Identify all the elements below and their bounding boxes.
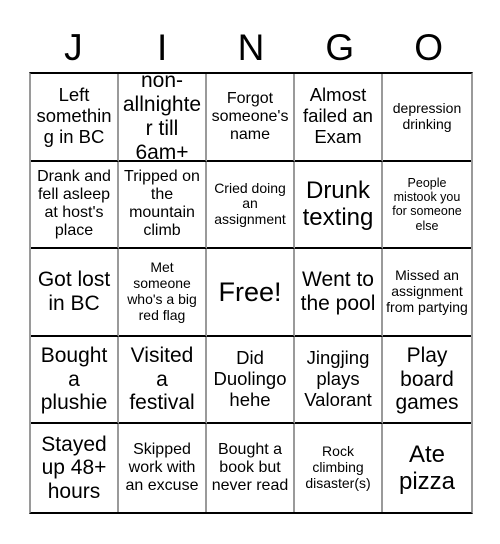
header-letter-g: G [325,26,355,68]
bingo-cell[interactable]: Bought a plushie [31,336,119,425]
bingo-cell-label: Bought a plushie [40,344,108,415]
header-letter-j: J [64,26,83,68]
bingo-cell[interactable]: Drunk texting [295,161,383,250]
bingo-cell[interactable]: Went to the pool [295,249,383,337]
bingo-cell[interactable]: Rock climbing disaster(s) [295,424,383,512]
header-letter-i: I [157,26,168,68]
bingo-cell-label: Ate pizza [398,441,456,496]
bingo-grid: Left something in BC non-allnighter till… [29,72,473,514]
header-letter-n: N [237,26,265,68]
bingo-cell[interactable]: Cried doing an assignment [207,161,295,250]
bingo-cell[interactable]: Play board games [383,336,471,425]
bingo-cell-label: Forgot someone's name [211,89,289,143]
header-letter-o: O [414,26,443,68]
bingo-cell[interactable]: Tripped on the mountain climb [119,161,207,250]
bingo-cell-label: Got lost in BC [37,268,111,315]
bingo-cell[interactable]: Stayed up 48+ hours [31,424,119,512]
bingo-cell-label: People mistook you for someone else [392,176,462,233]
bingo-cell[interactable]: Got lost in BC [31,249,119,337]
bingo-cell-free-space[interactable]: Free! [207,249,295,337]
bingo-cell[interactable]: Left something in BC [31,74,119,162]
bingo-cell-label: Rock climbing disaster(s) [305,443,371,492]
bingo-cell-label: Free! [218,276,282,307]
bingo-cell-label: Left something in BC [36,84,112,148]
bingo-cell-label: Stayed up 48+ hours [41,432,107,504]
bingo-cell-label: Play board games [395,344,459,415]
bingo-header-letters: J I N G O [29,22,473,72]
bingo-cell[interactable]: non-allnighter till 6am+ [119,74,207,162]
bingo-cell[interactable]: Met someone who's a big red flag [119,249,207,337]
bingo-cell[interactable]: Missed an assignment from partying [383,249,471,337]
bingo-cell-label: Bought a book but never read [211,441,289,495]
bingo-cell-label: Drank and fell asleep at host's place [37,168,111,240]
bingo-cell-label: non-allnighter till 6am+ [122,74,202,162]
bingo-cell[interactable]: Ate pizza [383,424,471,512]
bingo-cell[interactable]: Did Duolingo hehe [207,336,295,425]
bingo-cell[interactable]: depression drinking [383,74,471,162]
bingo-cell-label: Tripped on the mountain climb [124,168,200,240]
bingo-cell[interactable]: Almost failed an Exam [295,74,383,162]
bingo-cell[interactable]: People mistook you for someone else [383,161,471,250]
bingo-cell-label: Jingjing plays Valorant [304,347,372,411]
bingo-cell[interactable]: Bought a book but never read [207,424,295,512]
bingo-card: J I N G O Left something in BC non-allni… [0,0,500,544]
bingo-cell-label: Visited a festival [129,344,195,415]
bingo-cell-label: Missed an assignment from partying [386,267,468,315]
bingo-cell-label: Drunk texting [302,177,374,232]
bingo-cell[interactable]: Visited a festival [119,336,207,425]
bingo-cell-label: Skipped work with an excuse [125,441,199,495]
bingo-cell[interactable]: Forgot someone's name [207,74,295,162]
bingo-cell-label: Cried doing an assignment [214,179,286,228]
bingo-cell-label: Went to the pool [300,268,376,315]
bingo-cell[interactable]: Jingjing plays Valorant [295,336,383,425]
bingo-cell-label: depression drinking [392,99,462,132]
bingo-cell-label: Met someone who's a big red flag [127,259,197,323]
bingo-cell-label: Almost failed an Exam [303,84,373,148]
bingo-cell[interactable]: Drank and fell asleep at host's place [31,161,119,250]
bingo-cell-label: Did Duolingo hehe [213,347,287,411]
bingo-cell[interactable]: Skipped work with an excuse [119,424,207,512]
